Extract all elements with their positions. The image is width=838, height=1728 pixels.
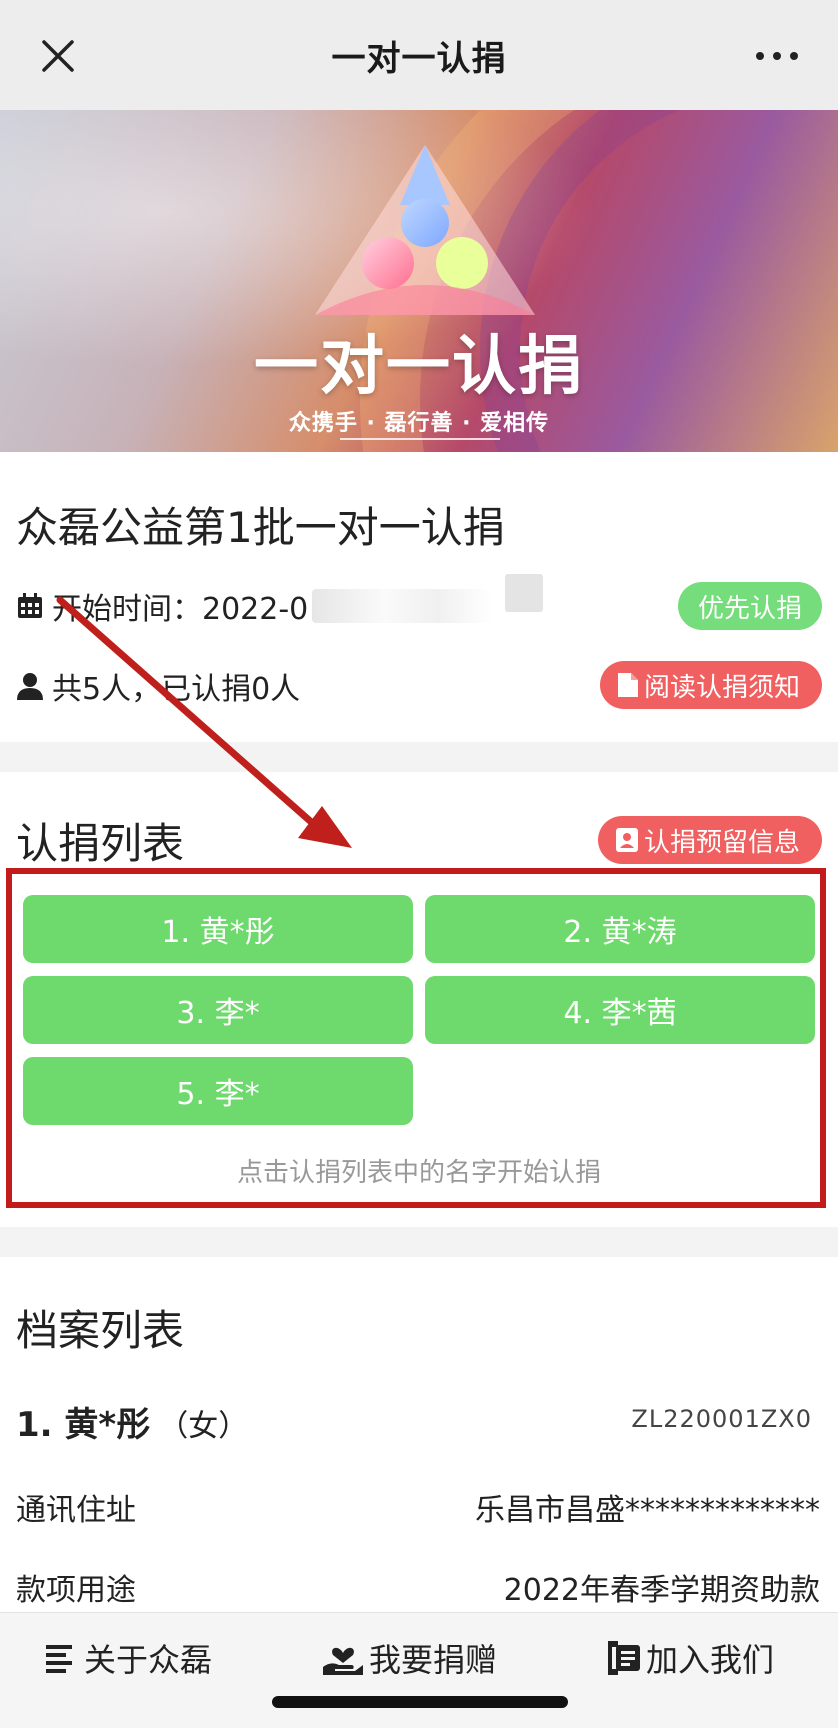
page-title: 一对一认捐 xyxy=(331,38,507,79)
tab-donate-label: 我要捐赠 xyxy=(369,1641,498,1679)
start-time-text: 开始时间：2022-0 xyxy=(52,592,309,627)
more-icon[interactable] xyxy=(756,52,798,60)
priority-badge: 优先认捐 xyxy=(677,582,822,630)
address-label: 通讯住址 xyxy=(16,1493,136,1528)
usage-value: 2022年春季学期资助款 xyxy=(503,1573,820,1608)
tab-join[interactable]: 加入我们 xyxy=(602,1635,774,1681)
bottom-tab-bar: 关于众磊 我要捐赠 加入我们 xyxy=(0,1612,838,1728)
tab-join-label: 加入我们 xyxy=(646,1641,775,1679)
subscribe-name-button-5[interactable]: 5. 李* xyxy=(23,1057,413,1125)
subscribe-name-button-4[interactable]: 4. 李*茜 xyxy=(425,976,815,1044)
read-notice-button[interactable]: 阅读认捐须知 xyxy=(599,661,822,709)
tab-about-label: 关于众磊 xyxy=(84,1641,213,1679)
blurred-patch xyxy=(505,574,543,612)
count-row: 共5人，已认捐0人 xyxy=(16,664,300,708)
contact-card-icon xyxy=(615,828,638,852)
subscribe-name-button-1[interactable]: 1. 黄*彤 xyxy=(23,895,413,963)
archive-list-title: 档案列表 xyxy=(16,1306,185,1355)
reserve-info-button[interactable]: 认捐预留信息 xyxy=(597,816,822,864)
banner-title: 一对一认捐 xyxy=(254,330,584,404)
calendar-icon xyxy=(18,593,42,618)
blurred-date xyxy=(312,589,493,623)
subscription-list-card: 认捐列表 认捐预留信息 1. 黄*彤 2. 黄*涛 3. 李* 4. 李*茜 5… xyxy=(0,772,838,1227)
archive-person-code: ZL220001ZX0 xyxy=(631,1405,812,1433)
campaign-title: 众磊公益第1批一对一认捐 xyxy=(16,503,505,552)
person-name-text: 1. 黄*彤 xyxy=(16,1405,151,1445)
charity-logo-icon xyxy=(315,145,535,315)
read-notice-label: 阅读认捐须知 xyxy=(643,672,800,703)
banner: 一对一认捐 众携手 · 磊行善 · 爱相传 xyxy=(0,110,838,452)
document-icon xyxy=(617,673,638,697)
donate-hand-icon xyxy=(323,1647,363,1675)
start-time-row: 开始时间：2022-0 xyxy=(16,584,493,628)
person-gender: （女） xyxy=(158,1409,249,1444)
navbar: 一对一认捐 xyxy=(0,0,838,110)
home-indicator xyxy=(272,1696,568,1708)
archive-list-card: 档案列表 1. 黄*彤 （女） ZL220001ZX0 通讯住址 乐昌市昌盛***… xyxy=(0,1257,838,1612)
subscription-hint: 点击认捐列表中的名字开始认捐 xyxy=(236,1158,601,1188)
tab-donate[interactable]: 我要捐赠 xyxy=(323,1635,497,1681)
usage-label: 款项用途 xyxy=(16,1573,136,1608)
tab-about[interactable]: 关于众磊 xyxy=(46,1635,212,1681)
join-icon xyxy=(608,1641,640,1675)
subscribe-name-button-2[interactable]: 2. 黄*涛 xyxy=(425,895,815,963)
banner-slogan: 众携手 · 磊行善 · 爱相传 xyxy=(288,411,550,436)
reserve-info-label: 认捐预留信息 xyxy=(643,827,800,858)
count-text: 共5人，已认捐0人 xyxy=(52,672,301,707)
list-icon xyxy=(46,1645,72,1673)
archive-person-name: 1. 黄*彤 （女） xyxy=(16,1397,248,1446)
subscription-list-title: 认捐列表 xyxy=(16,819,185,868)
subscribe-name-button-3[interactable]: 3. 李* xyxy=(23,976,413,1044)
person-icon xyxy=(17,673,43,700)
campaign-info-card: 众磊公益第1批一对一认捐 开始时间：2022-0 优先认捐 共5人，已认捐0人 … xyxy=(0,452,838,742)
address-value: 乐昌市昌盛************* xyxy=(475,1493,820,1528)
close-icon[interactable] xyxy=(40,38,76,74)
